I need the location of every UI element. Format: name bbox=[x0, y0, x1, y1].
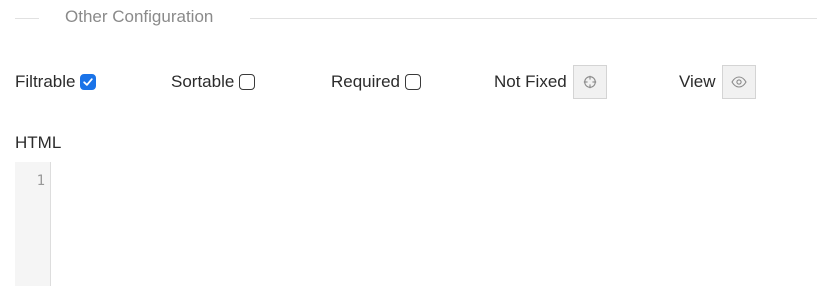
html-code-editor[interactable]: 1 bbox=[15, 162, 817, 286]
sortable-option[interactable]: Sortable bbox=[171, 64, 256, 100]
filtrable-label: Filtrable bbox=[15, 72, 76, 91]
section-header: Other Configuration bbox=[15, 6, 817, 30]
required-option[interactable]: Required bbox=[331, 64, 421, 100]
options-row: Filtrable Sortable Required Not Fixed Vi… bbox=[15, 64, 805, 100]
view-toggle-button[interactable] bbox=[721, 65, 756, 99]
section-title: Other Configuration bbox=[65, 7, 214, 26]
filtrable-checkbox[interactable] bbox=[80, 74, 97, 90]
required-checkbox[interactable] bbox=[405, 74, 421, 90]
fixed-toggle-button[interactable] bbox=[572, 65, 607, 99]
crosshair-icon bbox=[583, 75, 596, 89]
view-label: View bbox=[679, 72, 716, 91]
eye-icon bbox=[730, 76, 747, 88]
filtrable-option[interactable]: Filtrable bbox=[15, 64, 97, 100]
divider-right bbox=[250, 18, 817, 19]
fixed-option: Not Fixed bbox=[494, 64, 607, 100]
divider-left bbox=[15, 18, 39, 19]
line-number: 1 bbox=[36, 173, 45, 189]
required-label: Required bbox=[331, 72, 400, 91]
fixed-label: Not Fixed bbox=[494, 72, 567, 91]
sortable-checkbox[interactable] bbox=[239, 74, 256, 90]
checkmark-icon bbox=[83, 78, 94, 86]
html-field-label: HTML bbox=[15, 133, 62, 152]
other-configuration-panel: Other Configuration Filtrable Sortable R… bbox=[0, 0, 817, 300]
view-option: View bbox=[679, 64, 756, 100]
code-input-area[interactable] bbox=[51, 162, 817, 286]
line-number-gutter: 1 bbox=[15, 162, 51, 286]
sortable-label: Sortable bbox=[171, 72, 235, 91]
